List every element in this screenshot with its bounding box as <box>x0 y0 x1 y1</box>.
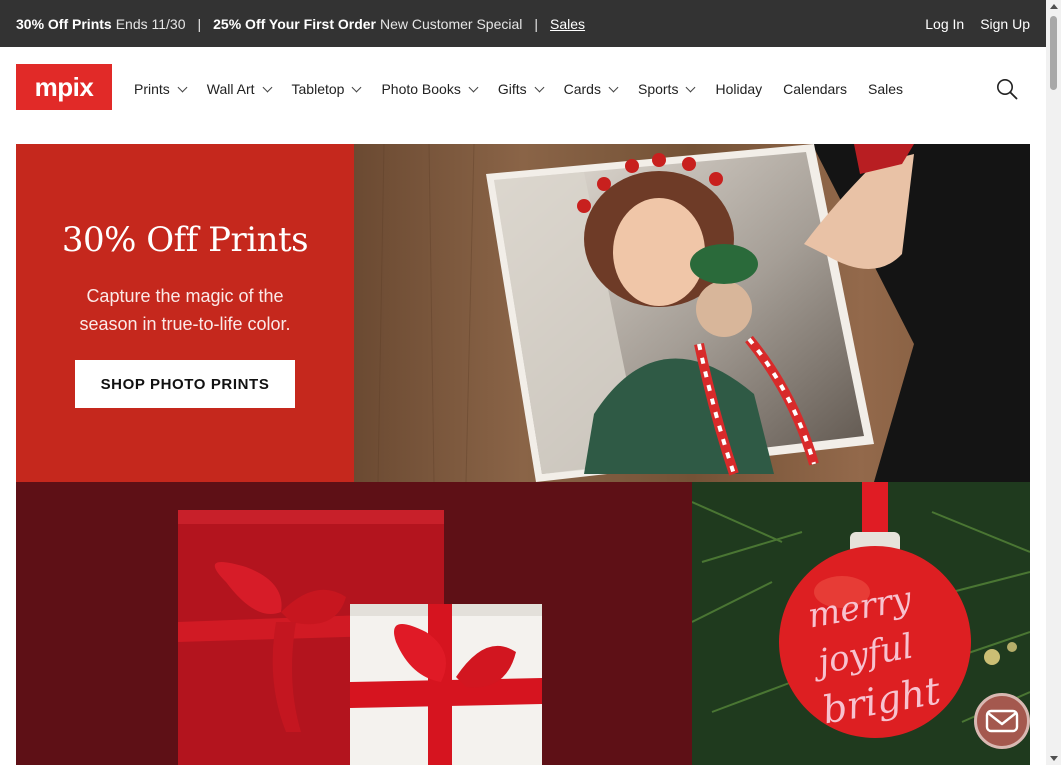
scroll-thumb[interactable] <box>1050 16 1057 90</box>
promo-offer-first-order[interactable]: 25% Off Your First Order New Customer Sp… <box>213 16 522 32</box>
chevron-down-icon <box>534 82 545 92</box>
site-header: mpix Prints Wall Art Tabletop Photo Book… <box>0 47 1046 131</box>
nav-label: Prints <box>134 81 170 97</box>
hero-banner: 30% Off Prints Capture the magic of the … <box>16 144 1030 482</box>
promo-offer-prints-detail: Ends 11/30 <box>115 15 186 32</box>
main-nav: Prints Wall Art Tabletop Photo Books Gif… <box>134 47 924 131</box>
nav-label: Tabletop <box>291 81 345 97</box>
logo-text: mpix <box>34 71 94 102</box>
nav-label: Photo Books <box>381 81 461 97</box>
chat-button[interactable] <box>974 693 1030 749</box>
nav-label: Cards <box>563 81 601 97</box>
hero-subtitle: Capture the magic of the season in true-… <box>79 286 291 334</box>
chevron-down-icon <box>608 82 619 92</box>
nav-item-sales[interactable]: Sales <box>868 81 903 97</box>
chevron-down-icon <box>177 82 188 92</box>
search-icon[interactable] <box>996 78 1018 100</box>
nav-item-prints[interactable]: Prints <box>134 81 188 97</box>
nav-label: Calendars <box>783 81 847 97</box>
promo-separator: | <box>534 15 539 32</box>
promo-offer-prints-title: 30% Off Prints <box>16 15 112 32</box>
nav-item-photo-books[interactable]: Photo Books <box>381 81 479 97</box>
account-links: Log In Sign Up <box>925 0 1030 47</box>
nav-item-gifts[interactable]: Gifts <box>497 81 545 97</box>
promo-offer-first-order-detail: New Customer Special <box>380 15 523 32</box>
chevron-down-icon <box>262 82 272 92</box>
nav-label: Holiday <box>715 81 763 97</box>
scroll-down-arrow-icon[interactable] <box>1050 756 1058 761</box>
promo-offer-prints[interactable]: 30% Off Prints Ends 11/30 <box>16 16 186 32</box>
hero-promo-panel: 30% Off Prints Capture the magic of the … <box>16 144 354 482</box>
promo-bar: 30% Off Prints Ends 11/30 | 25% Off Your… <box>0 0 1046 47</box>
hero-title: 30% Off Prints <box>61 220 309 260</box>
nav-item-holiday[interactable]: Holiday <box>715 81 762 97</box>
shop-photo-prints-button[interactable]: SHOP PHOTO PRINTS <box>75 360 295 408</box>
nav-label: Gifts <box>497 81 527 97</box>
nav-item-tabletop[interactable]: Tabletop <box>291 81 362 97</box>
envelope-icon <box>985 709 1019 733</box>
chevron-down-icon <box>352 82 362 92</box>
hero-photo-print-image[interactable] <box>354 144 1030 482</box>
scroll-up-arrow-icon[interactable] <box>1050 4 1058 9</box>
nav-label: Sales <box>867 81 904 97</box>
promo-offer-first-order-title: 25% Off Your First Order <box>213 15 376 32</box>
nav-item-sports[interactable]: Sports <box>637 81 696 97</box>
promo-sales-link[interactable]: Sales <box>550 16 585 32</box>
promo-separator: | <box>197 15 202 32</box>
gifts-tile-image[interactable] <box>16 482 692 765</box>
login-link[interactable]: Log In <box>925 16 964 32</box>
nav-item-cards[interactable]: Cards <box>563 81 619 97</box>
nav-item-wall-art[interactable]: Wall Art <box>206 81 272 97</box>
signup-link[interactable]: Sign Up <box>980 16 1030 32</box>
nav-item-calendars[interactable]: Calendars <box>783 81 847 97</box>
chevron-down-icon <box>686 82 696 92</box>
page-scrollbar[interactable] <box>1046 0 1061 765</box>
nav-label: Sports <box>637 81 679 97</box>
category-tiles: merry joyful bright <box>16 482 1030 765</box>
nav-label: Wall Art <box>206 81 255 97</box>
mpix-logo[interactable]: mpix <box>16 64 112 110</box>
chevron-down-icon <box>468 82 479 92</box>
